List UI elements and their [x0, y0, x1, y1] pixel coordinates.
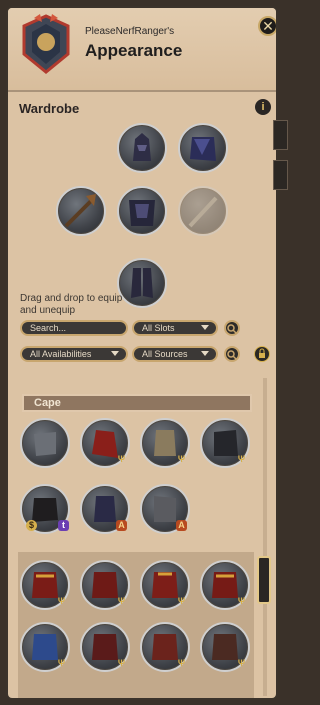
sources-dropdown[interactable]: All Sources [132, 346, 218, 362]
scrollbar-thumb[interactable] [257, 556, 271, 604]
chevron-down-icon [111, 351, 119, 356]
lock-icon[interactable] [254, 346, 270, 362]
search-placeholder: Search... [30, 323, 67, 333]
chevron-down-icon [201, 325, 209, 330]
availability-label: All Availabilities [30, 349, 92, 359]
search-icon [227, 350, 237, 360]
section-title-wardrobe: Wardrobe [19, 101, 80, 116]
trident-icon: Ψ [117, 658, 126, 668]
appearance-panel: PleaseNerfRanger's Appearance ✕ Wardrobe… [6, 6, 278, 700]
trident-icon: Ψ [237, 596, 246, 606]
category-title: Cape [34, 397, 61, 409]
info-icon[interactable]: i [255, 99, 271, 115]
main-hand-slot[interactable] [56, 186, 106, 236]
head-slot[interactable] [117, 123, 167, 173]
page-title: Appearance [85, 41, 183, 60]
trident-icon: Ψ [57, 658, 66, 668]
chevron-down-icon [201, 351, 209, 356]
guild-emblem-icon [22, 14, 70, 74]
cape-item[interactable]: Ψ [140, 622, 190, 672]
cape-slot[interactable] [178, 123, 228, 173]
trident-icon: Ψ [237, 454, 246, 464]
cape-item[interactable]: Ψ [80, 560, 130, 610]
off-hand-slot[interactable] [178, 186, 228, 236]
rank-badge-icon: A [176, 520, 187, 531]
cape-item[interactable] [20, 418, 70, 468]
cape-item[interactable]: Ψ [20, 560, 70, 610]
slots-label: All Slots [142, 323, 175, 333]
reset-filter-button[interactable] [224, 346, 240, 362]
trident-icon: Ψ [177, 454, 186, 464]
trident-icon: Ψ [117, 596, 126, 606]
player-name: PleaseNerfRanger's [85, 26, 175, 37]
side-tab[interactable] [273, 120, 288, 150]
slots-dropdown[interactable]: All Slots [132, 320, 218, 336]
cape-item[interactable]: $ t [20, 484, 70, 534]
trident-icon: Ψ [237, 658, 246, 668]
panel-header: PleaseNerfRanger's Appearance ✕ [8, 8, 276, 92]
sources-label: All Sources [142, 349, 188, 359]
drag-instructions: Drag and drop to equip and unequip [20, 293, 123, 316]
close-button[interactable]: ✕ [258, 16, 276, 36]
cape-item[interactable]: Ψ [140, 418, 190, 468]
scrollbar-track[interactable] [263, 378, 267, 696]
search-icon [227, 324, 237, 334]
category-header-cape: Cape [22, 394, 252, 412]
search-button[interactable] [224, 320, 240, 336]
trident-icon: Ψ [177, 658, 186, 668]
coin-icon: $ [26, 520, 37, 531]
twitch-icon: t [58, 520, 69, 531]
availability-dropdown[interactable]: All Availabilities [20, 346, 128, 362]
cape-item[interactable]: Ψ [140, 560, 190, 610]
cape-item[interactable]: Ψ [200, 622, 250, 672]
trident-icon: Ψ [177, 596, 186, 606]
cape-item[interactable]: Ψ [20, 622, 70, 672]
cape-item[interactable]: Ψ [80, 622, 130, 672]
cape-item[interactable]: A [140, 484, 190, 534]
trident-icon: Ψ [57, 596, 66, 606]
cape-item[interactable]: Ψ [200, 560, 250, 610]
rank-badge-icon: A [116, 520, 127, 531]
cape-item[interactable]: Ψ [80, 418, 130, 468]
cape-item[interactable]: Ψ [200, 418, 250, 468]
side-tab[interactable] [273, 160, 288, 190]
cape-item[interactable]: A [80, 484, 130, 534]
search-input[interactable]: Search... [20, 320, 128, 336]
armor-slot[interactable] [117, 186, 167, 236]
trident-icon: Ψ [117, 454, 126, 464]
